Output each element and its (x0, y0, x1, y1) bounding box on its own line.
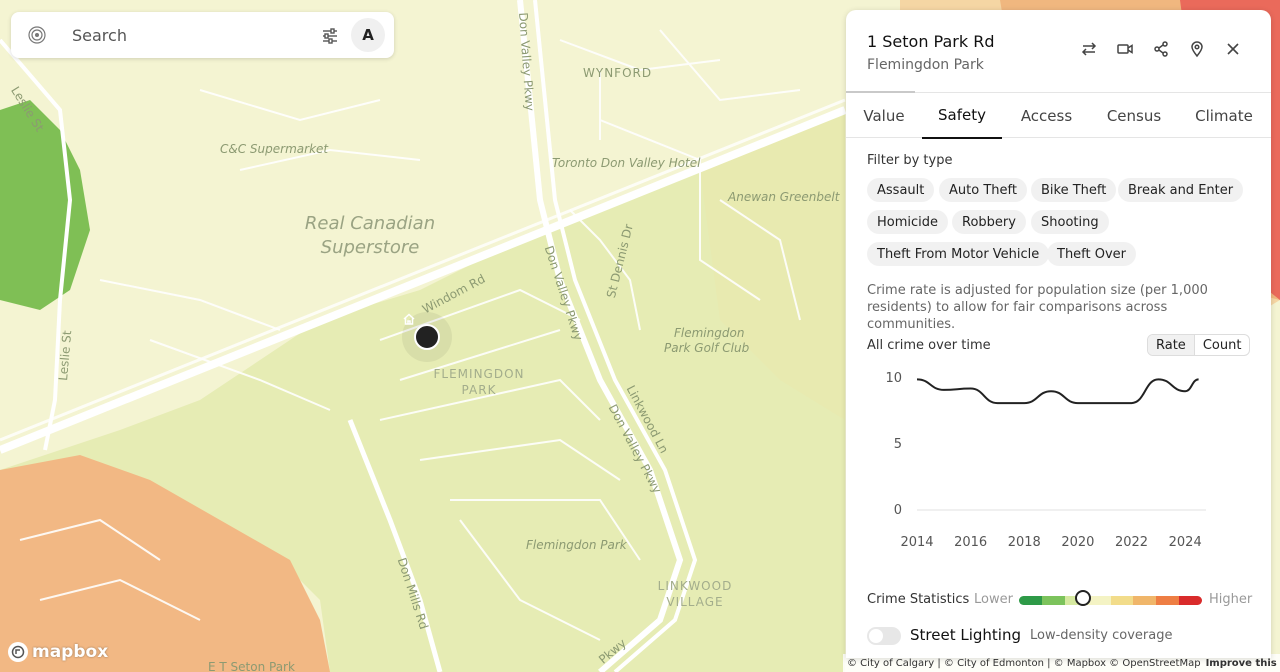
search-input[interactable] (72, 25, 292, 45)
map-label-superstore-line2: Superstore (320, 237, 420, 258)
tab-access[interactable]: Access (1006, 93, 1087, 139)
map-label-golf-line1: Flemingdon (674, 326, 745, 340)
property-subtitle: Flemingdon Park (867, 57, 984, 73)
chip-theft-from-motor-vehicle[interactable]: Theft From Motor Vehicle (867, 242, 1050, 266)
crime-statistics-legend: Crime Statistics Lower Higher (867, 590, 1257, 610)
video-camera-icon[interactable] (1114, 38, 1136, 60)
map-label-linkwood-line1: LINKWOOD (657, 579, 733, 593)
attribution-text[interactable]: © City of Calgary | © City of Edmonton |… (847, 658, 1201, 669)
legend-higher: Higher (1209, 592, 1253, 607)
tab-census[interactable]: Census (1092, 93, 1176, 139)
chip-bike-theft[interactable]: Bike Theft (1031, 178, 1117, 202)
tab-safety[interactable]: Safety (922, 93, 1002, 139)
home-icon (403, 313, 440, 350)
legend-color-segment (1110, 596, 1134, 605)
improve-map-link[interactable]: Improve this map (1206, 658, 1280, 669)
property-title: 1 Seton Park Rd (867, 32, 995, 51)
close-icon[interactable] (1222, 38, 1244, 60)
toggle-count[interactable]: Count (1195, 335, 1250, 355)
map-label-golf: Flemingdon Park Golf Club (664, 326, 749, 356)
map-label-cc-supermarket: C&C Supermarket (220, 142, 329, 156)
filter-sliders-icon[interactable] (319, 25, 341, 47)
legend-color-scale (1019, 596, 1202, 605)
x-tick-label: 2020 (1061, 535, 1094, 550)
legend-color-segment (1156, 596, 1180, 605)
legend-color-segment (1133, 596, 1157, 605)
legend-color-segment (1179, 596, 1202, 605)
chip-shooting[interactable]: Shooting (1031, 210, 1109, 234)
chip-break-and-enter[interactable]: Break and Enter (1118, 178, 1244, 202)
map-label-wynford: WYNFORD (583, 66, 653, 80)
map-label-hotel: Toronto Don Valley Hotel (552, 156, 701, 170)
legend-position-marker (1075, 590, 1092, 606)
chart-title: All crime over time (867, 338, 991, 353)
series-line-all-crime (916, 378, 1199, 405)
x-tick-label: 2014 (900, 535, 933, 550)
search-bar: A (11, 12, 394, 58)
tab-value[interactable]: Value (846, 93, 922, 139)
legend-lower: Lower (974, 592, 1013, 607)
panel-header: 1 Seton Park Rd Flemingdon Park (846, 10, 1271, 92)
mapbox-logo-text: mapbox (32, 642, 109, 662)
x-tick-label: 2022 (1115, 535, 1148, 550)
chip-auto-theft[interactable]: Auto Theft (939, 178, 1027, 202)
compare-arrows-icon[interactable] (1078, 38, 1100, 60)
crime-trend-chart: 0 5 10 2014 2016 2018 2020 2022 2024 (885, 371, 1206, 550)
header-actions (1078, 38, 1244, 60)
map-label-seton-park: E T Seton Park (208, 660, 295, 672)
map-label-linkwood-village: LINKWOOD VILLAGE (650, 578, 740, 610)
chip-robbery[interactable]: Robbery (952, 210, 1026, 234)
map-label-superstore-line1: Real Canadian (304, 213, 436, 234)
map-label-linkwood-line2: VILLAGE (666, 595, 724, 609)
y-tick-label: 10 (885, 371, 902, 386)
location-pin-icon[interactable] (1186, 38, 1208, 60)
map-label-flemingdon-park: Flemingdon Park (526, 538, 627, 552)
toggle-rate[interactable]: Rate (1148, 335, 1195, 355)
legend-color-segment (1041, 596, 1065, 605)
user-avatar[interactable]: A (351, 18, 385, 52)
crime-rate-note: Crime rate is adjusted for population si… (867, 283, 1208, 332)
map-label-superstore: Real Canadian Superstore (300, 212, 440, 260)
y-tick-label: 0 (894, 503, 902, 518)
legend-color-segment (1019, 596, 1042, 605)
map-label-anewan: Anewan Greenbelt (728, 190, 840, 204)
tab-climate[interactable]: Climate (1184, 93, 1264, 139)
panel-tabs: Value Safety Access Census Climate (846, 91, 1271, 139)
chip-assault[interactable]: Assault (867, 178, 935, 202)
map-label-flemingdon-area: FLEMINGDON PARK (424, 366, 534, 398)
map-label-flemingdon-line2: PARK (461, 383, 497, 397)
toggle-knob (869, 629, 883, 643)
map-label-golf-line2: Park Golf Club (664, 341, 750, 355)
filter-label: Filter by type (867, 153, 953, 168)
mapbox-logo[interactable]: mapbox (8, 642, 108, 662)
street-lighting-desc: Low-density coverage (1030, 628, 1173, 643)
chip-homicide[interactable]: Homicide (867, 210, 949, 234)
street-lighting-toggle[interactable] (867, 627, 901, 645)
street-lighting-label: Street Lighting (910, 626, 1021, 644)
app-logo-icon[interactable] (26, 24, 48, 46)
street-lighting-row: Street Lighting Low-density coverage (867, 625, 1257, 649)
chip-theft-over[interactable]: Theft Over (1047, 242, 1137, 266)
map-label-flemingdon-line1: FLEMINGDON (433, 367, 525, 381)
mapbox-logo-icon (8, 642, 28, 662)
x-tick-label: 2018 (1008, 535, 1041, 550)
x-tick-label: 2016 (954, 535, 987, 550)
y-tick-label: 5 (894, 437, 902, 452)
legend-label: Crime Statistics (867, 592, 970, 607)
property-panel: 1 Seton Park Rd Flemingdon Park Value Sa… (846, 10, 1271, 658)
x-tick-label: 2024 (1169, 535, 1202, 550)
home-marker[interactable] (402, 312, 452, 362)
share-icon[interactable] (1150, 38, 1172, 60)
legend-color-segment (1087, 596, 1111, 605)
rate-count-toggle: Rate Count (1147, 334, 1251, 356)
